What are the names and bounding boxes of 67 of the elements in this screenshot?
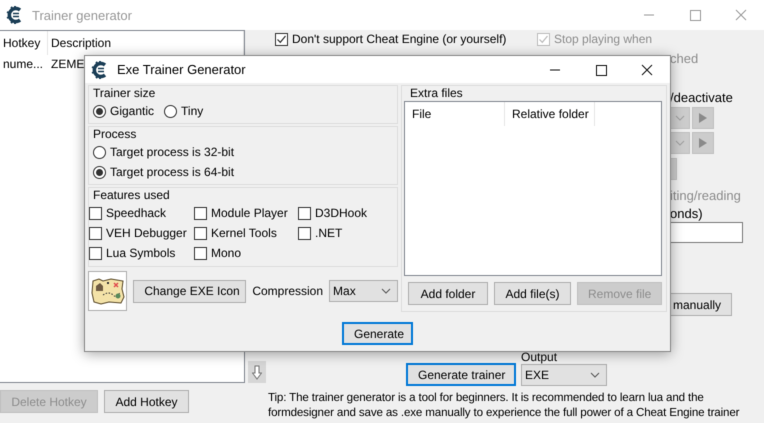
hotkey-button[interactable]: Add Hotkey <box>104 390 189 413</box>
checkbox[interactable] <box>194 206 207 220</box>
radio-label: Target process is 32-bit <box>110 145 234 159</box>
checkbox-label: .NET <box>315 226 342 240</box>
group-title: Extra files <box>409 86 464 101</box>
delay-input[interactable] <box>670 222 743 243</box>
checkbox[interactable] <box>194 246 207 260</box>
output-dropdown[interactable]: EXE <box>521 364 607 386</box>
file-button[interactable]: Add folder <box>408 282 488 305</box>
caret-icon <box>675 140 685 146</box>
radio-label: Tiny <box>181 104 204 118</box>
checkbox-label: D3DHook <box>315 206 368 220</box>
column-header[interactable]: File <box>405 102 505 126</box>
checkbox-label: VEH Debugger <box>106 226 187 240</box>
generate-button[interactable]: Generate <box>342 322 413 345</box>
checkbox[interactable] <box>298 226 311 240</box>
caret-icon <box>590 372 600 378</box>
map-icon <box>90 277 125 305</box>
checkbox[interactable] <box>298 206 311 220</box>
checkbox[interactable] <box>89 226 102 240</box>
column-header[interactable]: Relative folder <box>505 102 595 126</box>
caret-icon <box>381 288 391 294</box>
output-label: Output <box>521 352 558 363</box>
delay-unit-label: onds) <box>670 206 703 221</box>
checkbox[interactable] <box>275 32 288 46</box>
radio-button[interactable] <box>93 146 106 158</box>
file-button[interactable]: Add file(s) <box>494 282 571 305</box>
change-icon-button[interactable]: Change EXE Icon <box>133 280 246 302</box>
checkbox[interactable] <box>89 206 102 220</box>
radio-button[interactable] <box>164 104 178 118</box>
tip-text: Tip: The trainer generator is a tool for beginners. It is recommended to learn lua and the formdesigner and save as .exe manually to experience the full power of a Cheat Engine trainer <box>268 390 740 420</box>
group-title: Process <box>93 127 138 142</box>
table-cell-text: ZEME <box>50 57 84 71</box>
compression-dropdown[interactable]: Max <box>329 280 398 302</box>
generate-trainer-button[interactable]: Generate trainer <box>406 363 516 386</box>
radio-label: Gigantic <box>110 104 154 118</box>
play-icon <box>698 112 708 124</box>
play-icon <box>698 137 708 149</box>
radio-button[interactable] <box>93 166 106 178</box>
checkbox-label: Stop playing when <box>554 32 652 46</box>
checkbox-label: Lua Symbols <box>106 246 176 260</box>
option-label: ched <box>670 51 698 66</box>
down-arrow-icon <box>252 364 262 380</box>
checkbox-label: Kernel Tools <box>211 226 277 240</box>
app-icon <box>91 60 109 78</box>
table-cell-text: nume... <box>2 57 44 71</box>
activation-label: /deactivate <box>670 90 733 105</box>
checkbox-label: Module Player <box>211 206 288 220</box>
checkbox-label: Speedhack <box>106 206 166 220</box>
group-title: Trainer size <box>93 86 156 101</box>
compression-label: Compression <box>252 284 324 298</box>
caret-icon <box>675 115 685 121</box>
checkbox[interactable] <box>89 246 102 260</box>
radio-label: Target process is 64-bit <box>110 165 234 179</box>
checkbox-label: Don't support Cheat Engine (or yourself) <box>292 32 506 46</box>
scroll-down-button[interactable] <box>248 361 266 383</box>
column-header[interactable]: Hotkey <box>0 31 48 55</box>
manual-button[interactable]: manually <box>670 293 732 316</box>
delay-label: iting/reading <box>670 188 741 203</box>
app-icon <box>6 6 24 24</box>
dialog-title: Exe Trainer Generator <box>117 62 246 77</box>
window-title: Trainer generator <box>32 8 132 22</box>
group-title: Features used <box>93 188 171 203</box>
radio-button[interactable] <box>93 104 106 118</box>
checkbox[interactable] <box>194 226 207 240</box>
file-list[interactable]: File Relative folder <box>404 101 662 276</box>
checkbox-label: Mono <box>211 246 242 260</box>
